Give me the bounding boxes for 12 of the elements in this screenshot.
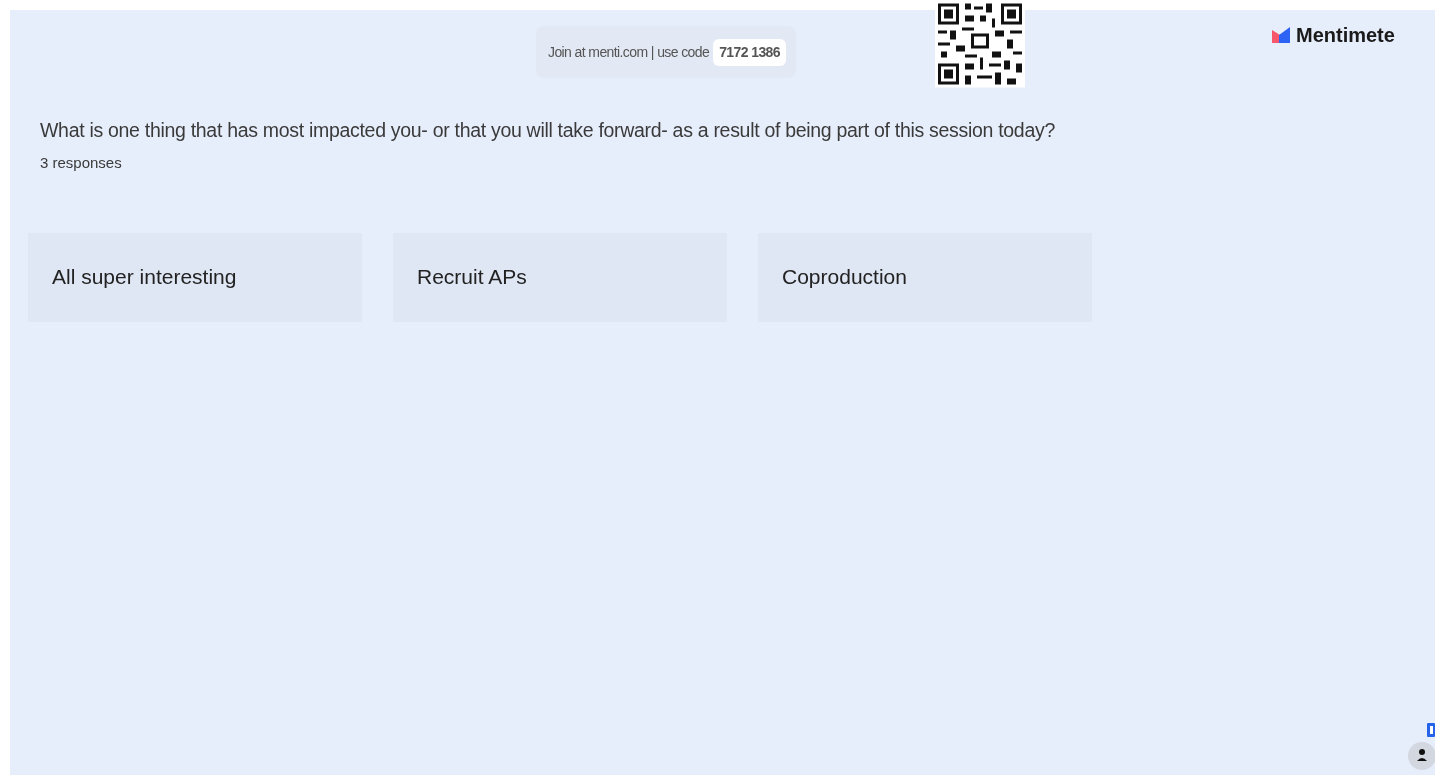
response-count: 3 responses [40,153,123,173]
brand-name: Mentimete [1296,23,1395,48]
response-card: All super interesting [28,232,362,322]
join-code: 7172 1386 [713,38,786,66]
response-card: Coproduction [758,232,1092,322]
qr-code-icon [935,0,1025,88]
user-icon [1407,741,1435,771]
response-card: Recruit APs [393,232,727,322]
battery-icon [1427,723,1435,737]
join-instructions: Join at menti.com | use code [548,42,710,62]
question-text: What is one thing that has most impacted you- or that you will take forward- as a result of being part of this session today? [40,118,1056,143]
logo-icon [1272,27,1290,43]
